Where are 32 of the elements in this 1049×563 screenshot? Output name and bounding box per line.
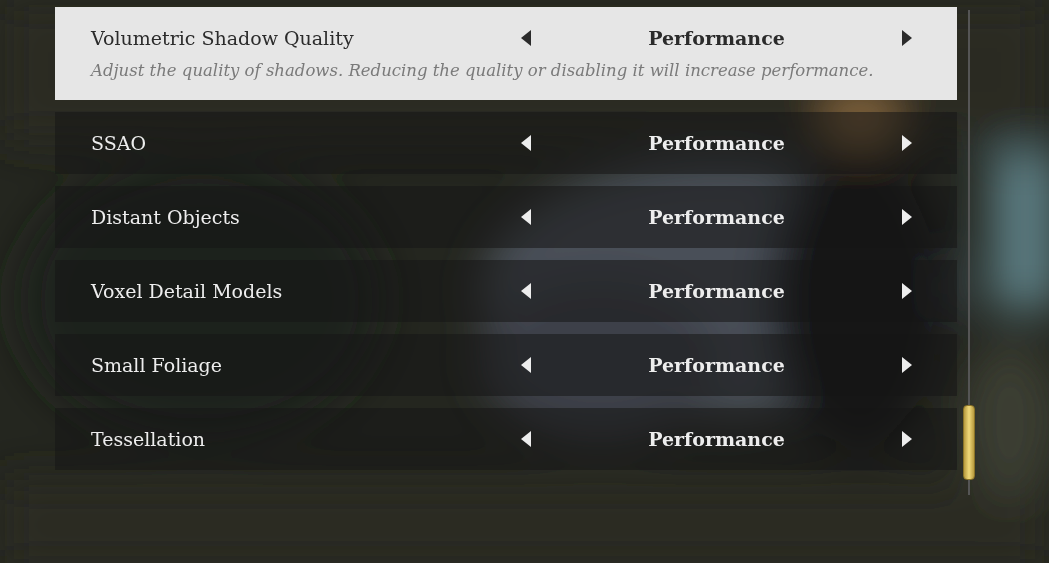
setting-label: Voxel Detail Models [91, 280, 284, 302]
setting-label: Tessellation [91, 428, 207, 450]
setting-row[interactable]: Small Foliage Performance [55, 334, 957, 396]
next-button[interactable] [900, 207, 914, 227]
next-button[interactable] [900, 281, 914, 301]
setting-label: Small Foliage [91, 354, 224, 376]
setting-label: SSAO [91, 132, 147, 154]
setting-row[interactable]: SSAO Performance [55, 112, 957, 174]
next-button[interactable] [900, 28, 914, 48]
previous-button[interactable] [519, 133, 533, 153]
setting-label: Volumetric Shadow Quality [91, 27, 355, 49]
previous-button[interactable] [519, 28, 533, 48]
setting-value: Performance [647, 206, 786, 228]
setting-label: Distant Objects [91, 206, 241, 228]
previous-button[interactable] [519, 281, 533, 301]
previous-button[interactable] [519, 207, 533, 227]
setting-row[interactable]: Tessellation Performance [55, 408, 957, 470]
setting-row[interactable]: Volumetric Shadow Quality Performance Adjust the quality of shadows. Reducing the quality or disabling it will increase performance. [55, 7, 957, 100]
setting-value: Performance [647, 428, 786, 450]
next-button[interactable] [900, 429, 914, 449]
previous-button[interactable] [519, 355, 533, 375]
setting-value: Performance [647, 280, 786, 302]
setting-description: Adjust the quality of shadows. Reducing the quality or disabling it will increase performance. [91, 61, 875, 80]
setting-value: Performance [647, 132, 786, 154]
next-button[interactable] [900, 355, 914, 375]
setting-row[interactable]: Voxel Detail Models Performance [55, 260, 957, 322]
previous-button[interactable] [519, 429, 533, 449]
setting-row[interactable]: Distant Objects Performance [55, 186, 957, 248]
setting-value: Performance [647, 27, 786, 49]
next-button[interactable] [900, 133, 914, 153]
setting-value: Performance [647, 354, 786, 376]
scrollbar-thumb[interactable] [963, 405, 975, 480]
